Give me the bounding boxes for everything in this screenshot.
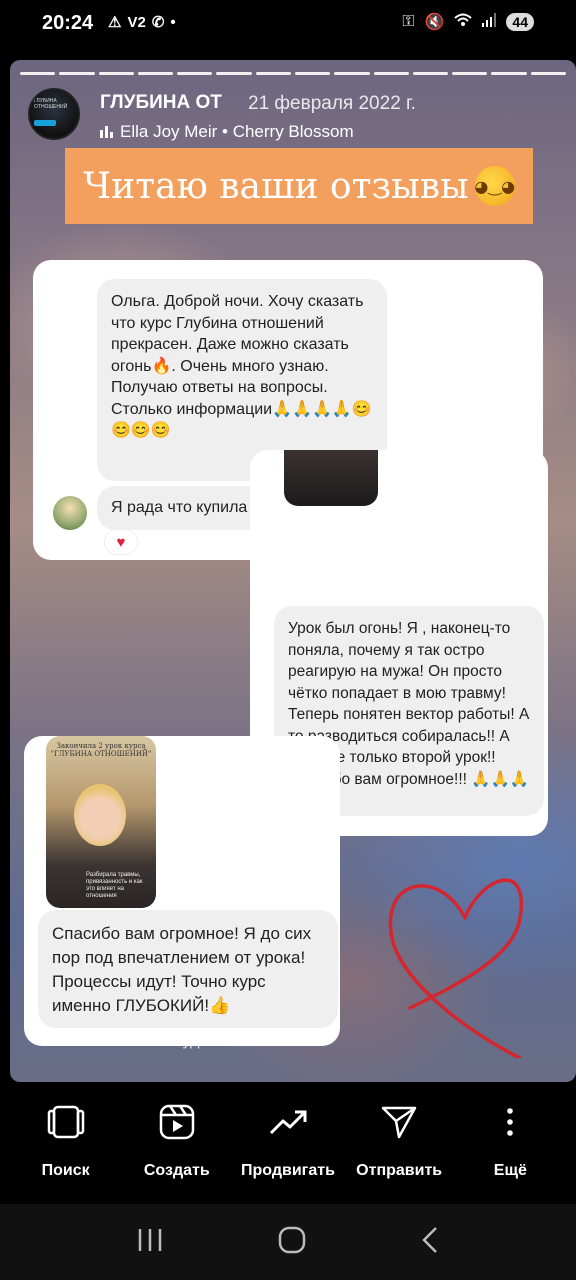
channel-name[interactable]: ГЛУБИНА ОТ bbox=[100, 92, 222, 114]
story-header: ГЛУБИНА ОТНОШЕНИЙ ГЛУБИНА ОТ 21 февраля … bbox=[28, 88, 566, 144]
story-actions: Поиск Создать Продвигать Отправить Ещё bbox=[0, 1090, 576, 1190]
action-promote[interactable]: Продвигать bbox=[235, 1090, 340, 1190]
whatsapp-icon: ✆ bbox=[151, 14, 165, 31]
heart-reaction-icon: ♥ bbox=[105, 530, 137, 554]
mute-icon: 🔇 bbox=[424, 14, 445, 31]
channel-avatar[interactable]: ГЛУБИНА ОТНОШЕНИЙ bbox=[28, 88, 80, 140]
action-send[interactable]: Отправить bbox=[347, 1090, 452, 1190]
title-banner: Читаю ваши отзывы ◕‿◕ bbox=[65, 148, 533, 224]
search-lens-icon bbox=[47, 1098, 85, 1146]
video-caption-2: Разбирала травмы, привязанность и как эт… bbox=[86, 872, 143, 899]
status-time: 20:24 bbox=[42, 12, 94, 34]
story-view[interactable]: ГЛУБИНА ОТНОШЕНИЙ ГЛУБИНА ОТ 21 февраля … bbox=[10, 60, 576, 1082]
music-track[interactable]: Ella Joy Meir • Cherry Blossom bbox=[100, 122, 354, 142]
alert-icon: ⚠ bbox=[108, 14, 122, 31]
more-dots-icon bbox=[505, 1098, 515, 1146]
create-reel-icon bbox=[158, 1098, 196, 1146]
action-create[interactable]: Создать bbox=[124, 1090, 229, 1190]
back-icon[interactable] bbox=[420, 1226, 440, 1259]
sender-avatar bbox=[53, 496, 87, 530]
story-progress bbox=[20, 72, 566, 75]
video-caption: Закончила 2 урок курса "ГЛУБИНА ОТНОШЕНИ… bbox=[50, 742, 152, 758]
dot-icon: • bbox=[170, 13, 176, 31]
recent-apps-icon[interactable] bbox=[136, 1227, 164, 1258]
video-thumbnail bbox=[284, 450, 378, 506]
drawn-heart-icon bbox=[388, 878, 524, 1058]
signal-icon bbox=[482, 12, 497, 32]
video-thumbnail: Закончила 2 урок курса "ГЛУБИНА ОТНОШЕНИ… bbox=[46, 736, 156, 908]
review-message: Спасибо вам огромное! Я до сих пор под в… bbox=[38, 910, 338, 1028]
status-bar: 20:24 ⚠ V2 ✆ • ⚿ 🔇 44 bbox=[0, 0, 576, 52]
wifi-icon bbox=[454, 13, 473, 32]
send-plane-icon bbox=[380, 1098, 418, 1146]
system-navbar bbox=[0, 1204, 576, 1280]
reply-input[interactable]: Напишите что-нибудь... bbox=[46, 1032, 221, 1050]
home-icon[interactable] bbox=[277, 1225, 307, 1260]
battery-indicator: 44 bbox=[506, 13, 534, 31]
music-label: Ella Joy Meir • Cherry Blossom bbox=[120, 122, 354, 141]
action-search[interactable]: Поиск bbox=[13, 1090, 118, 1190]
post-date: 21 февраля 2022 г. bbox=[248, 93, 416, 114]
review-screenshot-3: Закончила 2 урок курса "ГЛУБИНА ОТНОШЕНИ… bbox=[24, 736, 340, 1046]
key-icon: ⚿ bbox=[402, 13, 415, 30]
hugging-face-icon: ◕‿◕ bbox=[474, 166, 515, 206]
action-more[interactable]: Ещё bbox=[458, 1090, 563, 1190]
network-label: V2 bbox=[127, 13, 146, 31]
music-bars-icon bbox=[100, 126, 114, 138]
trend-arrow-icon bbox=[268, 1098, 308, 1146]
story-title: Читаю ваши отзывы bbox=[83, 165, 469, 207]
